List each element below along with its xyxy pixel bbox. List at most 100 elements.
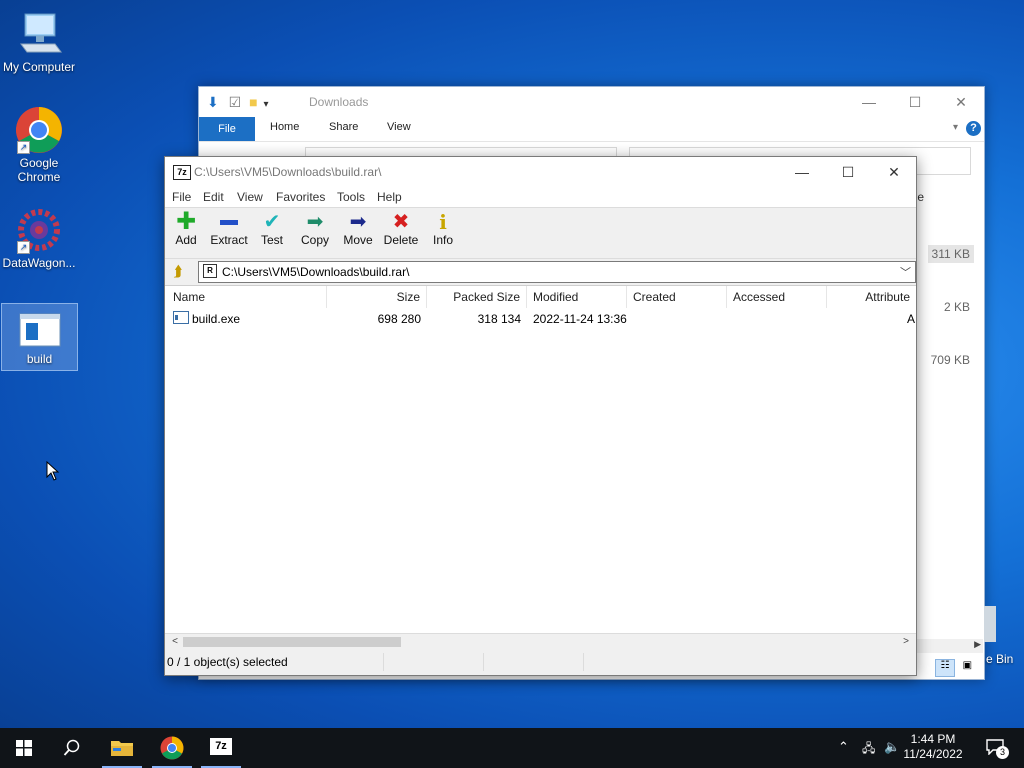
path-combobox[interactable]: R C:\Users\VM5\Downloads\build.rar\ ﹀ — [198, 261, 916, 283]
minimize-button[interactable]: — — [780, 161, 824, 183]
scroll-right-icon[interactable]: > — [898, 634, 914, 650]
action-center-button[interactable]: 3 — [982, 736, 1016, 760]
desktop-icon-datawagon[interactable]: ↗ DataWagon... — [0, 206, 78, 270]
explorer-title: Downloads — [309, 95, 369, 109]
large-icons-view-icon[interactable]: ▣ — [958, 660, 976, 676]
maximize-button[interactable]: ☐ — [892, 91, 938, 113]
taskbar: 7z ⌃ 🖧 🔈 1:44 PM 11/24/2022 3 — [0, 728, 1024, 768]
menu-view[interactable]: View — [237, 190, 263, 204]
taskbar-7zip[interactable]: 7z — [197, 728, 245, 768]
start-button[interactable] — [0, 728, 48, 768]
desktop-icon-my-computer[interactable]: My Computer — [0, 10, 78, 74]
extract-button[interactable]: Extract — [208, 211, 250, 247]
explorer-title-bar[interactable]: ⬇ ☑ ■ ▾ Downloads — ☐ ✕ — [199, 87, 984, 117]
table-row[interactable]: build.exe 698 280 318 134 2022-11-24 13:… — [165, 310, 916, 328]
chevron-down-icon[interactable]: ﹀ — [900, 264, 911, 280]
chevron-up-icon[interactable]: ⌃ — [838, 739, 849, 755]
menu-tools[interactable]: Tools — [337, 190, 365, 204]
scroll-right-icon[interactable]: ▶ — [974, 639, 981, 650]
menu-file[interactable]: File — [172, 190, 191, 204]
delete-button[interactable]: ✖ Delete — [380, 211, 422, 247]
menu-help[interactable]: Help — [377, 190, 402, 204]
tab-file[interactable]: File — [199, 117, 255, 141]
help-icon[interactable]: ? — [966, 121, 981, 136]
desktop-icon-google-chrome[interactable]: ↗ Google Chrome — [0, 106, 78, 184]
info-button[interactable]: i Info — [422, 211, 464, 247]
details-view-icon[interactable]: ☷ — [935, 659, 955, 677]
status-bar: 0 / 1 object(s) selected — [165, 651, 916, 673]
chrome-icon: ↗ — [15, 106, 63, 154]
sevenzip-logo-icon: 7z — [210, 738, 232, 755]
cell-name: build.exe — [167, 310, 327, 328]
copy-label: Copy — [300, 233, 329, 247]
column-header-accessed[interactable]: Accessed — [727, 286, 827, 308]
search-button[interactable] — [48, 728, 96, 768]
menu-bar: File Edit View Favorites Tools Help — [165, 187, 916, 207]
column-header-packed-size[interactable]: Packed Size — [427, 286, 527, 308]
copy-arrow-icon: ➡ — [306, 211, 324, 233]
shortcut-arrow-icon: ↗ — [17, 241, 30, 254]
dropdown-icon[interactable]: ▾ — [263, 99, 268, 110]
sevenzip-logo-icon: 7z — [173, 165, 191, 180]
column-header-attributes[interactable]: Attribute — [827, 286, 916, 308]
taskbar-file-explorer[interactable] — [98, 728, 146, 768]
toolbar: ✚ Add Extract ✔ Test ➡ Copy ➡ Move ✖ Del… — [165, 207, 916, 259]
explorer-ribbon-tabs: File Home Share View ▾ ? — [199, 117, 984, 142]
cell-attributes: A — [906, 312, 915, 326]
move-label: Move — [343, 233, 373, 247]
exe-file-icon — [173, 311, 189, 324]
chevron-down-icon[interactable]: ▾ — [953, 122, 958, 133]
add-button[interactable]: ✚ Add — [165, 208, 207, 248]
quick-access-toolbar[interactable]: ⬇ ☑ ■ ▾ — [207, 94, 268, 111]
folder-icon — [111, 741, 133, 756]
menu-favorites[interactable]: Favorites — [276, 190, 325, 204]
add-label: Add — [175, 233, 197, 247]
move-arrow-icon: ➡ — [349, 211, 367, 233]
file-size: 311 KB — [927, 245, 974, 263]
tab-share[interactable]: Share — [329, 121, 358, 133]
archive-icon: R — [203, 264, 217, 278]
window-title: C:\Users\VM5\Downloads\build.rar\ — [194, 165, 382, 179]
scroll-left-icon[interactable]: < — [167, 634, 183, 650]
column-header-modified[interactable]: Modified — [527, 286, 627, 308]
cell-packed-size: 318 134 — [477, 312, 521, 326]
column-header-name[interactable]: Name — [167, 286, 327, 308]
desktop-icon-recycle-bin[interactable]: e Bin — [984, 606, 1024, 668]
extract-label: Extract — [210, 233, 248, 247]
info-label: Info — [432, 233, 453, 247]
sevenzip-window[interactable]: 7z C:\Users\VM5\Downloads\build.rar\ — ☐… — [164, 156, 917, 676]
move-button[interactable]: ➡ Move — [337, 211, 379, 247]
scrollbar-thumb[interactable] — [183, 637, 401, 647]
file-list[interactable]: Name Size Packed Size Modified Created A… — [165, 285, 916, 634]
taskbar-chrome[interactable] — [148, 728, 196, 768]
tab-view[interactable]: View — [387, 121, 411, 133]
desktop-icon-build[interactable]: build — [1, 303, 78, 371]
checkbox-icon[interactable]: ☑ — [229, 94, 242, 110]
mouse-cursor-icon — [46, 460, 60, 484]
copy-button[interactable]: ➡ Copy — [294, 211, 336, 247]
cell-accessed — [727, 310, 827, 328]
sevenzip-title-bar[interactable]: 7z C:\Users\VM5\Downloads\build.rar\ — ☐… — [165, 157, 916, 187]
tab-home[interactable]: Home — [270, 121, 299, 133]
file-size: 2 KB — [943, 300, 970, 314]
test-button[interactable]: ✔ Test — [251, 211, 293, 247]
explorer-column-header: e — [917, 190, 924, 204]
minimize-button[interactable]: — — [846, 91, 892, 113]
up-folder-icon[interactable]: ⮭ — [169, 263, 187, 281]
explorer-horizontal-scrollbar[interactable]: ▶ — [915, 639, 983, 653]
close-button[interactable]: ✕ — [938, 91, 984, 113]
notification-count-badge: 3 — [996, 746, 1009, 759]
system-clock[interactable]: 1:44 PM 11/24/2022 — [898, 732, 968, 762]
maximize-button[interactable]: ☐ — [826, 161, 870, 183]
horizontal-scrollbar[interactable]: < > — [165, 633, 916, 650]
plus-icon: ✚ — [175, 208, 197, 235]
column-header-size[interactable]: Size — [327, 286, 427, 308]
menu-edit[interactable]: Edit — [203, 190, 224, 204]
network-icon[interactable]: 🖧 — [862, 739, 875, 760]
folder-icon[interactable]: ■ — [249, 94, 257, 110]
down-arrow-icon[interactable]: ⬇ — [207, 94, 219, 110]
cell-size: 698 280 — [377, 312, 421, 326]
column-header-created[interactable]: Created — [627, 286, 727, 308]
close-button[interactable]: ✕ — [872, 161, 916, 183]
shortcut-arrow-icon: ↗ — [17, 141, 30, 154]
